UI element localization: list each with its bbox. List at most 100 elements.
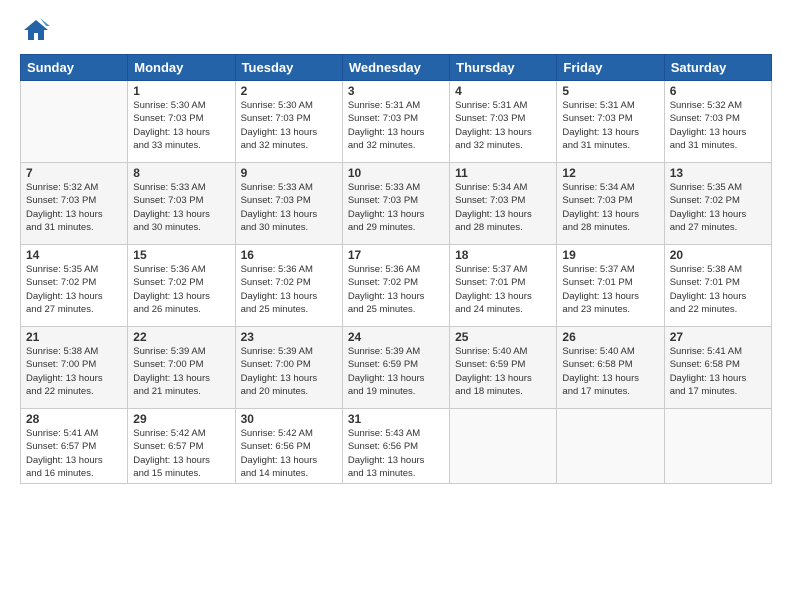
calendar-cell: 21Sunrise: 5:38 AM Sunset: 7:00 PM Dayli… [21, 327, 128, 409]
day-number: 21 [26, 330, 122, 344]
day-info: Sunrise: 5:35 AM Sunset: 7:02 PM Dayligh… [26, 263, 122, 316]
day-info: Sunrise: 5:39 AM Sunset: 7:00 PM Dayligh… [241, 345, 337, 398]
calendar-cell: 16Sunrise: 5:36 AM Sunset: 7:02 PM Dayli… [235, 245, 342, 327]
day-info: Sunrise: 5:34 AM Sunset: 7:03 PM Dayligh… [455, 181, 551, 234]
calendar-cell: 26Sunrise: 5:40 AM Sunset: 6:58 PM Dayli… [557, 327, 664, 409]
day-info: Sunrise: 5:30 AM Sunset: 7:03 PM Dayligh… [241, 99, 337, 152]
day-info: Sunrise: 5:39 AM Sunset: 6:59 PM Dayligh… [348, 345, 444, 398]
day-number: 15 [133, 248, 229, 262]
day-number: 16 [241, 248, 337, 262]
calendar-cell: 6Sunrise: 5:32 AM Sunset: 7:03 PM Daylig… [664, 81, 771, 163]
day-info: Sunrise: 5:31 AM Sunset: 7:03 PM Dayligh… [455, 99, 551, 152]
day-info: Sunrise: 5:30 AM Sunset: 7:03 PM Dayligh… [133, 99, 229, 152]
calendar-cell: 14Sunrise: 5:35 AM Sunset: 7:02 PM Dayli… [21, 245, 128, 327]
calendar-cell: 18Sunrise: 5:37 AM Sunset: 7:01 PM Dayli… [450, 245, 557, 327]
logo [20, 16, 50, 44]
calendar-cell [664, 409, 771, 484]
calendar-cell: 31Sunrise: 5:43 AM Sunset: 6:56 PM Dayli… [342, 409, 449, 484]
weekday-header: Tuesday [235, 55, 342, 81]
calendar-cell: 29Sunrise: 5:42 AM Sunset: 6:57 PM Dayli… [128, 409, 235, 484]
page: SundayMondayTuesdayWednesdayThursdayFrid… [0, 0, 792, 612]
day-info: Sunrise: 5:43 AM Sunset: 6:56 PM Dayligh… [348, 427, 444, 480]
calendar-cell: 20Sunrise: 5:38 AM Sunset: 7:01 PM Dayli… [664, 245, 771, 327]
day-number: 23 [241, 330, 337, 344]
weekday-header: Friday [557, 55, 664, 81]
calendar-cell: 30Sunrise: 5:42 AM Sunset: 6:56 PM Dayli… [235, 409, 342, 484]
calendar-cell: 7Sunrise: 5:32 AM Sunset: 7:03 PM Daylig… [21, 163, 128, 245]
day-number: 25 [455, 330, 551, 344]
day-number: 6 [670, 84, 766, 98]
day-info: Sunrise: 5:42 AM Sunset: 6:56 PM Dayligh… [241, 427, 337, 480]
day-number: 10 [348, 166, 444, 180]
day-info: Sunrise: 5:41 AM Sunset: 6:58 PM Dayligh… [670, 345, 766, 398]
calendar-cell: 15Sunrise: 5:36 AM Sunset: 7:02 PM Dayli… [128, 245, 235, 327]
calendar-cell [450, 409, 557, 484]
day-info: Sunrise: 5:35 AM Sunset: 7:02 PM Dayligh… [670, 181, 766, 234]
weekday-header: Sunday [21, 55, 128, 81]
calendar-cell: 2Sunrise: 5:30 AM Sunset: 7:03 PM Daylig… [235, 81, 342, 163]
day-info: Sunrise: 5:39 AM Sunset: 7:00 PM Dayligh… [133, 345, 229, 398]
day-info: Sunrise: 5:38 AM Sunset: 7:01 PM Dayligh… [670, 263, 766, 316]
weekday-header: Monday [128, 55, 235, 81]
calendar-cell [21, 81, 128, 163]
day-info: Sunrise: 5:36 AM Sunset: 7:02 PM Dayligh… [133, 263, 229, 316]
day-number: 9 [241, 166, 337, 180]
day-number: 3 [348, 84, 444, 98]
day-info: Sunrise: 5:36 AM Sunset: 7:02 PM Dayligh… [348, 263, 444, 316]
calendar-cell: 8Sunrise: 5:33 AM Sunset: 7:03 PM Daylig… [128, 163, 235, 245]
calendar-cell: 9Sunrise: 5:33 AM Sunset: 7:03 PM Daylig… [235, 163, 342, 245]
calendar-cell: 19Sunrise: 5:37 AM Sunset: 7:01 PM Dayli… [557, 245, 664, 327]
calendar-cell: 17Sunrise: 5:36 AM Sunset: 7:02 PM Dayli… [342, 245, 449, 327]
calendar-cell: 11Sunrise: 5:34 AM Sunset: 7:03 PM Dayli… [450, 163, 557, 245]
calendar-cell: 3Sunrise: 5:31 AM Sunset: 7:03 PM Daylig… [342, 81, 449, 163]
header [20, 16, 772, 44]
day-info: Sunrise: 5:32 AM Sunset: 7:03 PM Dayligh… [26, 181, 122, 234]
day-number: 29 [133, 412, 229, 426]
weekday-header: Thursday [450, 55, 557, 81]
day-info: Sunrise: 5:33 AM Sunset: 7:03 PM Dayligh… [241, 181, 337, 234]
day-info: Sunrise: 5:32 AM Sunset: 7:03 PM Dayligh… [670, 99, 766, 152]
day-number: 27 [670, 330, 766, 344]
day-info: Sunrise: 5:34 AM Sunset: 7:03 PM Dayligh… [562, 181, 658, 234]
day-number: 13 [670, 166, 766, 180]
day-number: 20 [670, 248, 766, 262]
calendar-cell: 10Sunrise: 5:33 AM Sunset: 7:03 PM Dayli… [342, 163, 449, 245]
calendar-cell: 1Sunrise: 5:30 AM Sunset: 7:03 PM Daylig… [128, 81, 235, 163]
day-info: Sunrise: 5:41 AM Sunset: 6:57 PM Dayligh… [26, 427, 122, 480]
calendar-cell: 23Sunrise: 5:39 AM Sunset: 7:00 PM Dayli… [235, 327, 342, 409]
calendar-cell: 24Sunrise: 5:39 AM Sunset: 6:59 PM Dayli… [342, 327, 449, 409]
calendar-cell: 13Sunrise: 5:35 AM Sunset: 7:02 PM Dayli… [664, 163, 771, 245]
day-number: 17 [348, 248, 444, 262]
weekday-header: Saturday [664, 55, 771, 81]
day-number: 5 [562, 84, 658, 98]
day-number: 4 [455, 84, 551, 98]
day-number: 7 [26, 166, 122, 180]
day-number: 2 [241, 84, 337, 98]
day-info: Sunrise: 5:33 AM Sunset: 7:03 PM Dayligh… [133, 181, 229, 234]
day-number: 8 [133, 166, 229, 180]
calendar-cell: 28Sunrise: 5:41 AM Sunset: 6:57 PM Dayli… [21, 409, 128, 484]
calendar-cell: 22Sunrise: 5:39 AM Sunset: 7:00 PM Dayli… [128, 327, 235, 409]
calendar-cell: 27Sunrise: 5:41 AM Sunset: 6:58 PM Dayli… [664, 327, 771, 409]
day-info: Sunrise: 5:33 AM Sunset: 7:03 PM Dayligh… [348, 181, 444, 234]
day-number: 24 [348, 330, 444, 344]
day-info: Sunrise: 5:37 AM Sunset: 7:01 PM Dayligh… [562, 263, 658, 316]
day-info: Sunrise: 5:38 AM Sunset: 7:00 PM Dayligh… [26, 345, 122, 398]
logo-icon [22, 16, 50, 44]
day-number: 31 [348, 412, 444, 426]
calendar: SundayMondayTuesdayWednesdayThursdayFrid… [20, 54, 772, 484]
day-info: Sunrise: 5:42 AM Sunset: 6:57 PM Dayligh… [133, 427, 229, 480]
day-info: Sunrise: 5:36 AM Sunset: 7:02 PM Dayligh… [241, 263, 337, 316]
weekday-header: Wednesday [342, 55, 449, 81]
day-number: 30 [241, 412, 337, 426]
day-number: 19 [562, 248, 658, 262]
calendar-cell: 12Sunrise: 5:34 AM Sunset: 7:03 PM Dayli… [557, 163, 664, 245]
day-number: 14 [26, 248, 122, 262]
day-number: 22 [133, 330, 229, 344]
day-info: Sunrise: 5:31 AM Sunset: 7:03 PM Dayligh… [348, 99, 444, 152]
day-number: 18 [455, 248, 551, 262]
day-number: 28 [26, 412, 122, 426]
day-info: Sunrise: 5:37 AM Sunset: 7:01 PM Dayligh… [455, 263, 551, 316]
header-row: SundayMondayTuesdayWednesdayThursdayFrid… [21, 55, 772, 81]
calendar-cell [557, 409, 664, 484]
